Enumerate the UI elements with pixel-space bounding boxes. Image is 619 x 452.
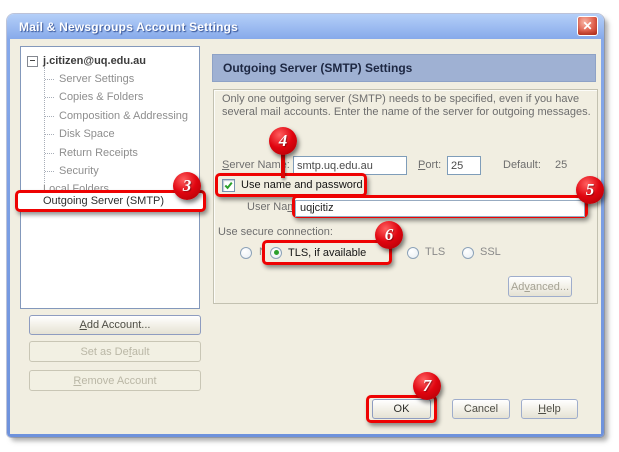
radio-ssl[interactable]	[462, 247, 474, 259]
dialog-body: j.citizen@uq.edu.au Server Settings Copi…	[10, 39, 601, 434]
description-text: Only one outgoing server (SMTP) needs to…	[222, 93, 594, 120]
annotation-step-5: 5	[576, 176, 604, 204]
highlight-tls-if-available: TLS, if available	[262, 240, 392, 265]
annotation-step-3: 3	[173, 172, 201, 200]
radio-no[interactable]	[240, 247, 252, 259]
radio-tls-label: TLS	[425, 246, 445, 258]
radio-tls-if-available-label: TLS, if available	[288, 247, 366, 259]
collapse-icon[interactable]	[27, 56, 38, 67]
annotation-step-4-pointer	[281, 151, 285, 178]
account-tree: j.citizen@uq.edu.au Server Settings Copi…	[20, 46, 200, 309]
default-port-value: 25	[555, 159, 567, 171]
account-name: j.citizen@uq.edu.au	[43, 55, 146, 67]
radio-ssl-label: SSL	[480, 246, 501, 258]
user-name-input[interactable]	[295, 200, 585, 217]
account-settings-dialog: Mail & Newsgroups Account Settings ✕ j.c…	[7, 14, 604, 437]
window-title: Mail & Newsgroups Account Settings	[10, 20, 238, 34]
tree-item-server-settings[interactable]: Server Settings	[21, 70, 199, 88]
tree-item-disk-space[interactable]: Disk Space	[21, 125, 199, 143]
port-label: Port:	[418, 159, 441, 171]
checkmark-icon	[223, 180, 234, 191]
tree-item-copies-folders[interactable]: Copies & Folders	[21, 88, 199, 106]
ok-button[interactable]: OK	[372, 399, 431, 419]
tree-item-composition-addressing[interactable]: Composition & Addressing	[21, 107, 199, 125]
annotation-step-7: 7	[413, 372, 441, 400]
remove-account-button[interactable]: Remove Account	[29, 370, 201, 391]
annotation-step-4: 4	[269, 127, 297, 155]
secure-connection-label: Use secure connection:	[218, 226, 333, 238]
add-account-button[interactable]: Add Account...	[29, 315, 201, 335]
server-name-label: Server Name:	[222, 159, 290, 171]
tree-item-return-receipts[interactable]: Return Receipts	[21, 144, 199, 162]
default-port-label: Default:	[503, 159, 541, 171]
help-button[interactable]: Help	[521, 399, 578, 419]
highlight-user-name	[292, 195, 588, 218]
port-input[interactable]	[447, 156, 481, 175]
panel-header: Outgoing Server (SMTP) Settings	[212, 54, 596, 82]
set-as-default-button[interactable]: Set as Default	[29, 341, 201, 362]
highlight-use-name-password: Use name and password	[215, 173, 367, 197]
title-bar: Mail & Newsgroups Account Settings ✕	[10, 14, 601, 39]
use-name-password-checkbox[interactable]	[222, 179, 235, 192]
tree-item-security[interactable]: Security	[21, 162, 199, 180]
use-name-password-label: Use name and password	[241, 179, 363, 191]
radio-tls[interactable]	[407, 247, 419, 259]
annotation-step-6: 6	[375, 221, 403, 249]
tree-item-account[interactable]: j.citizen@uq.edu.au	[21, 52, 199, 70]
close-icon[interactable]: ✕	[577, 16, 598, 36]
radio-tls-if-available[interactable]	[270, 247, 282, 259]
cancel-button[interactable]: Cancel	[452, 399, 510, 419]
tree-item-outgoing-server[interactable]: Outgoing Server (SMTP)	[18, 193, 203, 209]
advanced-button[interactable]: Advanced...	[508, 276, 572, 297]
account-subtree: Server Settings Copies & Folders Composi…	[21, 70, 199, 180]
